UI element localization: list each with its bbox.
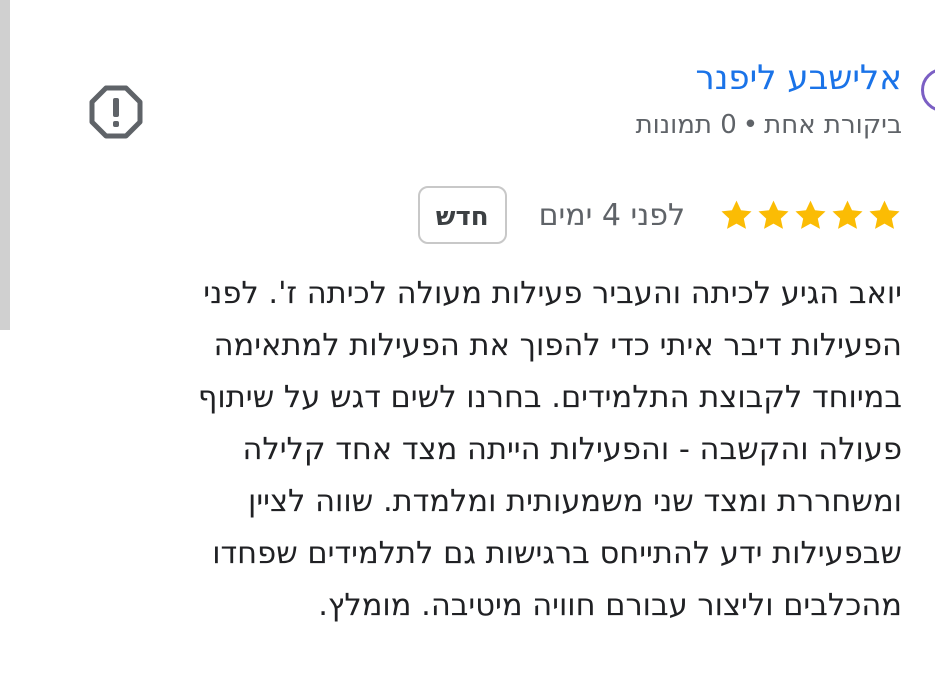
star-icon xyxy=(869,200,900,229)
review-text-line: הפעילות דיבר איתי כדי להפוך את הפעילות ל… xyxy=(213,328,902,363)
review-card: אלישבע ליפנר ביקורת אחת•0 תמונות לפני 4 … xyxy=(0,0,935,695)
star-icon xyxy=(721,200,752,229)
photo-count: 0 תמונות xyxy=(635,110,737,140)
star-icon xyxy=(795,200,826,229)
meta-separator: • xyxy=(742,110,759,140)
review-time: לפני 4 ימים xyxy=(538,197,685,233)
scroll-rail[interactable] xyxy=(0,0,10,330)
avatar[interactable] xyxy=(921,68,935,112)
review-text-line: במיוחד לקבוצת התלמידים. בחרנו לשים דגש ע… xyxy=(197,380,902,415)
review-text-line: יואב הגיע לכיתה והעביר פעילות מעולה לכית… xyxy=(203,276,902,311)
review-text: יואב הגיע לכיתה והעביר פעילות מעולה לכית… xyxy=(52,268,902,632)
new-badge: חדש xyxy=(417,186,507,244)
star-rating xyxy=(719,198,902,233)
review-text-line: מהכלבים וליצור עבורם חוויה מיטיבה. מומלץ… xyxy=(318,588,902,623)
rating-row: לפני 4 ימים חדש xyxy=(417,183,902,247)
star-icon xyxy=(832,200,863,229)
review-text-line: פעולה והקשבה - והפעילות הייתה מצד אחד קל… xyxy=(242,432,902,467)
star-icon xyxy=(758,200,789,229)
author-name-link[interactable]: אלישבע ליפנר xyxy=(696,58,902,98)
review-text-line: ומשחררת ומצד שני משמעותית ומלמדת. שווה ל… xyxy=(248,484,902,519)
review-count: ביקורת אחת xyxy=(764,110,902,140)
author-meta: ביקורת אחת•0 תמונות xyxy=(636,110,902,140)
report-icon[interactable] xyxy=(88,84,144,140)
review-text-line: שבפעילות ידע להתייחס ברגישות גם לתלמידים… xyxy=(212,536,902,571)
